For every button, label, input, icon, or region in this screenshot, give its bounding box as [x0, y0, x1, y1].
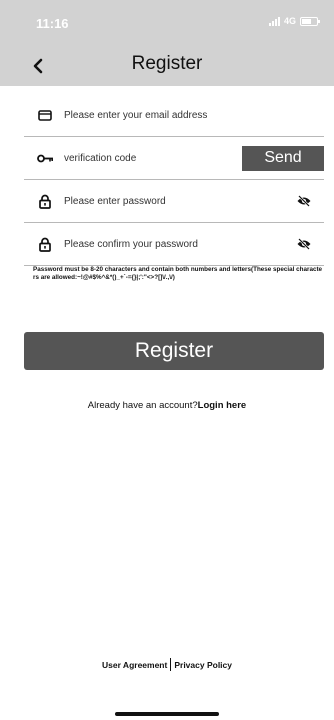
footer-links: User Agreement Privacy Policy — [0, 658, 334, 671]
login-prompt-text: Already have an account? — [87, 400, 198, 411]
lock-icon — [34, 193, 56, 209]
privacy-policy-link[interactable]: Privacy Policy — [174, 660, 232, 670]
page-title: Register — [131, 53, 203, 74]
status-indicators: 4G — [268, 16, 320, 26]
email-row — [24, 94, 324, 137]
footer-divider — [170, 658, 172, 671]
register-form: Send — [24, 94, 324, 266]
verification-code-field[interactable] — [64, 148, 242, 168]
email-field[interactable] — [64, 105, 324, 125]
password-row — [24, 180, 324, 223]
confirm-password-field[interactable] — [64, 234, 292, 254]
status-bar: 11:16 4G — [0, 0, 334, 46]
status-time: 11:16 — [36, 16, 69, 31]
confirm-password-row — [24, 223, 324, 266]
lock-icon — [34, 236, 56, 252]
login-link[interactable]: Login here — [198, 400, 247, 411]
password-hint: Password must be 8-20 characters and con… — [33, 266, 323, 281]
network-type: 4G — [283, 16, 296, 26]
eye-off-icon[interactable] — [292, 191, 316, 211]
send-code-button[interactable]: Send — [242, 145, 324, 171]
password-field[interactable] — [64, 191, 292, 211]
signal-icon — [268, 16, 280, 26]
envelope-icon — [34, 107, 56, 123]
register-screen: 11:16 4G Register Please enter your emai… — [0, 0, 334, 720]
home-indicator — [115, 712, 219, 716]
register-button[interactable]: Register — [24, 332, 324, 370]
battery-icon — [300, 16, 320, 26]
key-icon — [34, 150, 56, 166]
verification-row: Send — [24, 137, 324, 180]
user-agreement-link[interactable]: User Agreement — [102, 660, 167, 670]
login-prompt: Already have an account?Login here — [0, 400, 334, 411]
nav-bar: Register — [0, 46, 334, 86]
eye-off-icon[interactable] — [292, 234, 316, 254]
